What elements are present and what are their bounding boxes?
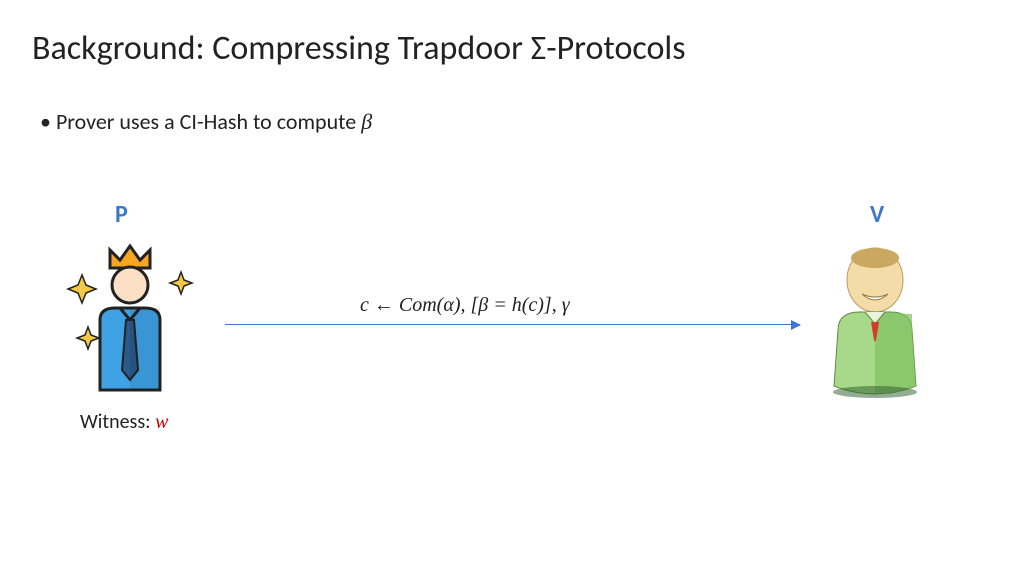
verifier-icon bbox=[820, 240, 930, 405]
message-arrow bbox=[225, 324, 800, 325]
bullet-text: Prover uses a CI-Hash to compute bbox=[56, 108, 361, 135]
bullet-line: Prover uses a CI-Hash to compute β bbox=[60, 108, 372, 135]
message-formula: c ← Com(α), [β = h(c)], γ bbox=[360, 294, 570, 317]
witness-symbol: w bbox=[155, 411, 168, 433]
bullet-symbol: β bbox=[361, 109, 372, 134]
witness-label: Witness: w bbox=[80, 410, 168, 434]
witness-text: Witness: bbox=[80, 410, 155, 434]
slide-title: Background: Compressing Trapdoor Σ-Proto… bbox=[32, 28, 686, 69]
prover-label: P bbox=[115, 200, 128, 229]
prover-icon bbox=[60, 240, 200, 405]
verifier-label: V bbox=[870, 200, 884, 229]
